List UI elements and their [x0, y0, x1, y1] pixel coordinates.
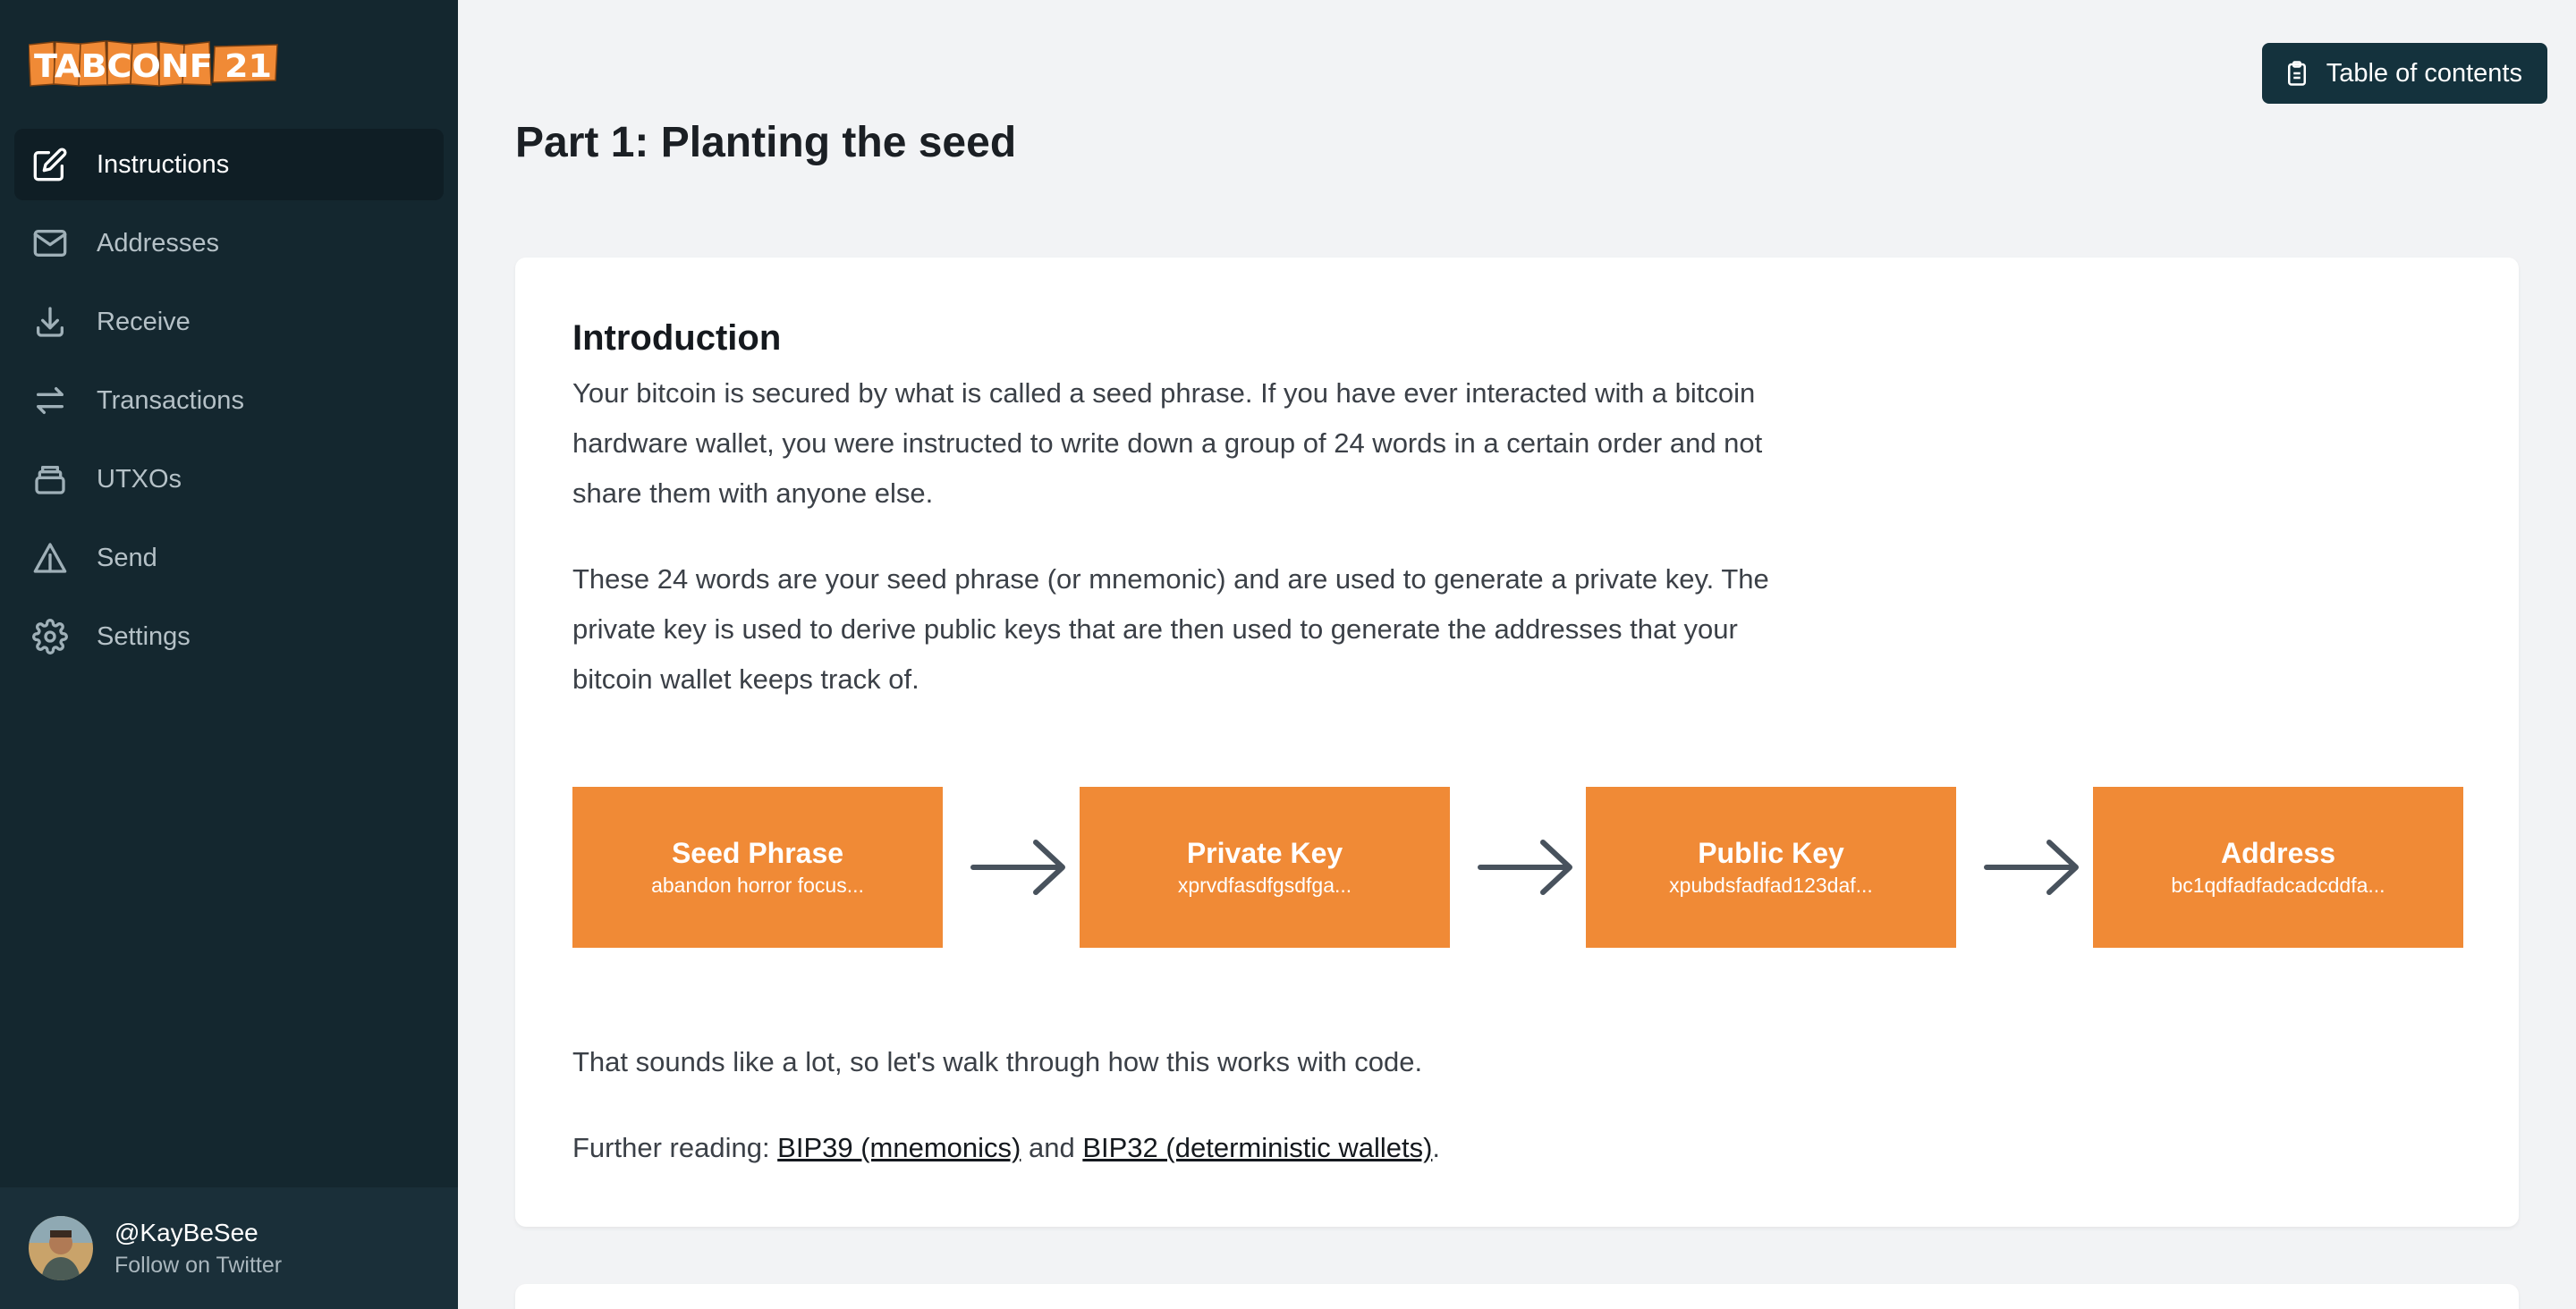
next-section-card — [515, 1284, 2519, 1309]
further-reading-period: . — [1432, 1132, 1441, 1163]
profile-name[interactable]: @KayBeSee — [114, 1219, 282, 1247]
pencil-square-icon — [32, 147, 68, 182]
sidebar-item-label: Addresses — [97, 228, 220, 258]
sidebar-nav: Instructions Addresses Receive Transacti… — [14, 129, 444, 680]
toc-label: Table of contents — [2326, 58, 2522, 88]
flow-box-value: abandon horror focus... — [651, 874, 864, 897]
flow-box-value: xprvdfasdfgsdfga... — [1177, 874, 1352, 897]
further-reading-prefix: Further reading: — [572, 1132, 778, 1163]
flow-box-seed-phrase: Seed Phrase abandon horror focus... — [572, 787, 943, 948]
further-reading-and: and — [1021, 1132, 1083, 1163]
sidebar-item-label: Settings — [97, 621, 191, 651]
arrow-right-icon — [966, 832, 1073, 903]
avatar — [29, 1216, 93, 1280]
flow-box-title: Address — [2220, 837, 2336, 869]
sidebar: TABCONF 21 Instructions Addresses Receiv… — [0, 0, 458, 1309]
clipboard-icon — [2287, 61, 2306, 86]
logo-text: TABCONF 21 — [34, 48, 272, 85]
further-reading: Further reading: BIP39 (mnemonics) and B… — [572, 1123, 1771, 1173]
flow-box-title: Seed Phrase — [671, 837, 844, 869]
bip32-link[interactable]: BIP32 (deterministic wallets) — [1082, 1132, 1432, 1163]
bip39-link[interactable]: BIP39 (mnemonics) — [777, 1132, 1021, 1163]
sidebar-item-label: Instructions — [97, 149, 230, 179]
flow-box-private-key: Private Key xprvdfasdfgsdfga... — [1080, 787, 1450, 948]
flow-box-address: Address bc1qdfadfadcadcddfa... — [2093, 787, 2463, 948]
gear-icon — [32, 619, 68, 654]
sidebar-item-settings[interactable]: Settings — [14, 601, 444, 672]
arrow-right-icon — [1473, 832, 1580, 903]
tabconf-logo[interactable]: TABCONF 21 — [29, 39, 279, 89]
flow-box-title: Private Key — [1186, 837, 1343, 869]
flow-box-value: bc1qdfadfadcadcddfa... — [2171, 874, 2385, 897]
key-derivation-flow: Seed Phrase abandon horror focus... Priv… — [572, 787, 2463, 948]
profile-subtitle[interactable]: Follow on Twitter — [114, 1253, 282, 1279]
sidebar-item-addresses[interactable]: Addresses — [14, 207, 444, 279]
sidebar-item-utxos[interactable]: UTXOs — [14, 443, 444, 515]
profile-footer[interactable]: @KayBeSee Follow on Twitter — [0, 1187, 458, 1309]
intro-paragraph-3: That sounds like a lot, so let's walk th… — [572, 1046, 1423, 1077]
sidebar-item-label: Receive — [97, 307, 191, 336]
switch-arrows-icon — [32, 383, 68, 418]
warning-triangle-icon — [32, 540, 68, 576]
sidebar-item-label: UTXOs — [97, 464, 182, 494]
section-title: Introduction — [572, 318, 782, 358]
sidebar-item-label: Send — [97, 543, 157, 572]
arrow-right-icon — [1979, 832, 2087, 903]
profile-text: @KayBeSee Follow on Twitter — [114, 1219, 282, 1279]
sidebar-item-label: Transactions — [97, 385, 244, 415]
intro-paragraph-1: Your bitcoin is secured by what is calle… — [572, 377, 1763, 509]
main-content: Table of contents Part 1: Planting the s… — [458, 0, 2576, 1309]
flow-box-public-key: Public Key xpubdsfadfad123daf... — [1586, 787, 1956, 948]
sidebar-item-transactions[interactable]: Transactions — [14, 365, 444, 436]
sidebar-item-send[interactable]: Send — [14, 522, 444, 594]
page-title: Part 1: Planting the seed — [515, 119, 1017, 166]
sidebar-item-instructions[interactable]: Instructions — [14, 129, 444, 200]
table-of-contents-button[interactable]: Table of contents — [2261, 43, 2547, 104]
mail-icon — [32, 225, 68, 261]
introduction-card: Introduction Your bitcoin is secured by … — [515, 258, 2519, 1227]
flow-box-title: Public Key — [1698, 837, 1844, 869]
sidebar-item-receive[interactable]: Receive — [14, 286, 444, 358]
intro-paragraph-2: These 24 words are your seed phrase (or … — [572, 563, 1769, 695]
archive-icon — [32, 461, 68, 497]
download-icon — [32, 304, 68, 340]
flow-box-value: xpubdsfadfad123daf... — [1669, 874, 1873, 897]
